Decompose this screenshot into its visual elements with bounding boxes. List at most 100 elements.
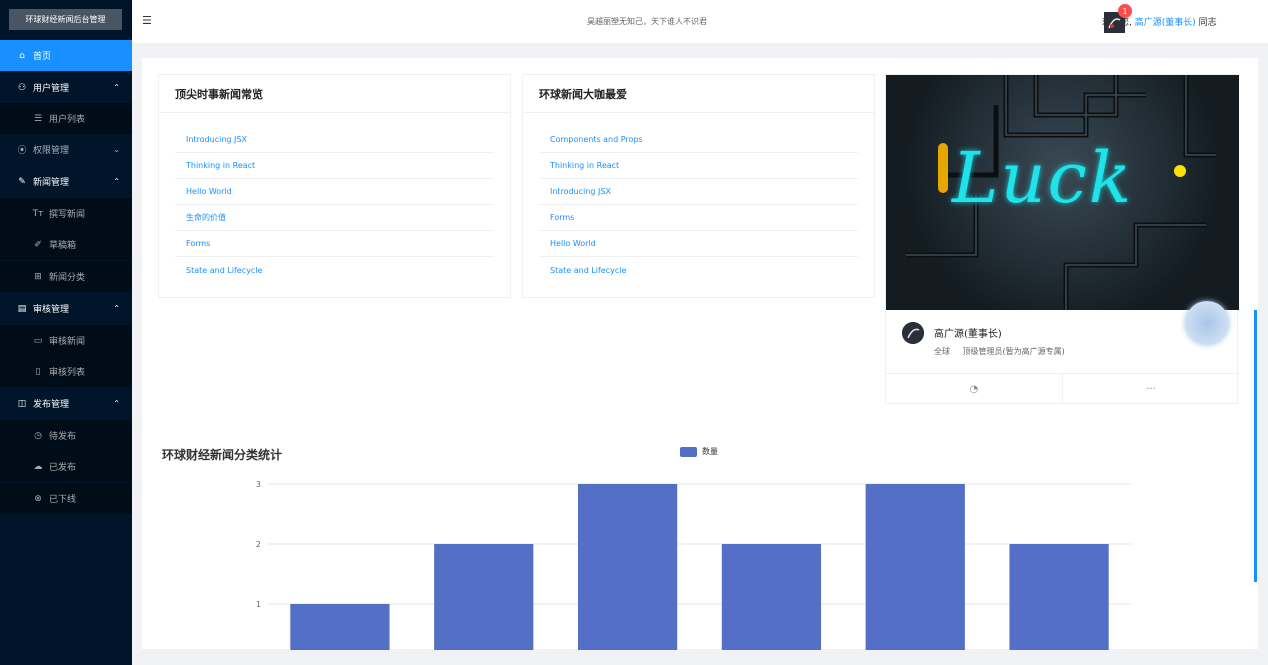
notification-badge[interactable]: 1: [1118, 4, 1132, 18]
y-tick-label: 1: [256, 600, 261, 609]
menu-item-label: 待发布: [49, 432, 77, 442]
menu-item-label: 权限管理: [33, 146, 70, 156]
chevron-up-icon: ⌃: [113, 177, 120, 186]
sidebar: 环球财经新闻后台管理 ⌂ 首页 ⚇ 用户管理 ⌃ ☰ 用户列表 ⦿ 权限管理 ⌄…: [0, 0, 132, 665]
menu-item-label: 已发布: [49, 463, 77, 473]
menu-item-user-list[interactable]: ☰ 用户列表: [0, 103, 132, 134]
home-icon: ⌂: [19, 50, 25, 61]
news-link[interactable]: State and Lifecycle: [175, 257, 494, 283]
pen-icon: ✐: [34, 239, 42, 250]
bar[interactable]: [577, 484, 678, 650]
card-title: 环球新闻大咖最爱: [523, 75, 874, 113]
menu-item-label: 审核新闻: [49, 337, 86, 347]
news-link[interactable]: Introducing JSX: [539, 179, 858, 205]
app-logo[interactable]: 环球财经新闻后台管理: [9, 9, 122, 30]
submenu-publish-management[interactable]: ◫ 发布管理 ⌃: [0, 388, 132, 419]
card-title: 顶尖时事新闻常览: [159, 75, 510, 113]
menu-item-label: 用户列表: [49, 115, 86, 125]
close-circle-icon: ⊗: [34, 493, 42, 504]
chart-title: 环球财经新闻分类统计: [162, 448, 283, 462]
bar[interactable]: [1009, 544, 1109, 650]
publish-icon: ◫: [17, 398, 27, 409]
news-link[interactable]: 生命的价值: [175, 205, 494, 231]
profile-role: 顶级管理员(暂为高广源专属): [962, 347, 1065, 356]
y-tick-label: 2: [256, 540, 261, 549]
submenu-user-management[interactable]: ⚇ 用户管理 ⌃: [0, 72, 132, 103]
news-link[interactable]: Components and Props: [539, 127, 858, 153]
audit-icon: ▤: [17, 303, 27, 314]
news-list: Components and Props Thinking in React I…: [523, 113, 874, 283]
font-size-icon: Tт: [32, 208, 44, 219]
menu-item-drafts[interactable]: ✐ 草稿箱: [0, 229, 132, 260]
menu-fold-icon[interactable]: ☰: [142, 14, 152, 27]
profile-description: 全球 顶级管理员(暂为高广源专属): [934, 346, 1075, 357]
submenu-permission-management[interactable]: ⦿ 权限管理 ⌄: [0, 134, 132, 165]
menu-item-label: 已下线: [49, 495, 77, 505]
pie-chart-icon[interactable]: ◔: [886, 374, 1062, 404]
menu-item-label: 发布管理: [33, 400, 70, 410]
list-icon: ☰: [33, 113, 43, 124]
news-list: Introducing JSX Thinking in React Hello …: [159, 113, 510, 283]
menu-item-label: 审核管理: [33, 305, 70, 315]
scrollbar-thumb[interactable]: [1254, 310, 1257, 582]
news-link[interactable]: Thinking in React: [539, 153, 858, 179]
news-link[interactable]: Hello World: [175, 179, 494, 205]
menu-item-news-category[interactable]: ⊞ 新闻分类: [0, 261, 132, 292]
floating-assistant-icon[interactable]: [1185, 301, 1229, 345]
bar[interactable]: [290, 604, 390, 650]
legend-swatch: [680, 446, 697, 457]
news-link[interactable]: Thinking in React: [175, 153, 494, 179]
chevron-up-icon: ⌃: [113, 304, 120, 313]
menu-item-published[interactable]: ☁ 已发布: [0, 451, 132, 482]
welcome-suffix: 同志: [1198, 18, 1217, 28]
bar-chart: 1 2 3: [256, 480, 1131, 650]
news-link[interactable]: State and Lifecycle: [539, 257, 858, 283]
news-link[interactable]: Forms: [539, 205, 858, 231]
chevron-down-icon: ⌄: [113, 145, 120, 154]
profile-name: 高广源(董事长): [934, 329, 1002, 340]
ellipsis-icon[interactable]: ···: [1062, 374, 1239, 404]
menu-item-label: 新闻管理: [33, 178, 70, 188]
menu-item-label: 首页: [33, 52, 52, 62]
clock-icon: ◷: [34, 430, 42, 441]
bar[interactable]: [434, 544, 534, 650]
profile-avatar: [902, 322, 924, 344]
menu-item-audit-news[interactable]: ▭ 审核新闻: [0, 325, 132, 356]
menu-item-home[interactable]: ⌂ 首页: [0, 40, 132, 71]
menu-item-write-news[interactable]: Tт 撰写新闻: [0, 198, 132, 229]
chevron-up-icon: ⌃: [113, 399, 120, 408]
profile-region: 全球: [934, 347, 950, 356]
news-link[interactable]: Hello World: [539, 231, 858, 257]
profile-meta: 高广源(董事长) 全球 顶级管理员(暂为高广源专属): [902, 322, 1222, 367]
avatar-image: [902, 322, 924, 344]
favorite-news-card: 环球新闻大咖最爱 Components and Props Thinking i…: [522, 74, 875, 298]
menu-item-audit-list[interactable]: ▯ 审核列表: [0, 356, 132, 387]
header-motto: 昊越丽塑无知己，天下谁人不识君: [587, 17, 707, 26]
file-icon: ▯: [35, 366, 41, 377]
bar[interactable]: [865, 484, 965, 650]
profile-card: Luck 高广源(董事长) 全球 顶级管理员(暂为高广源专属) ◔ ···: [885, 74, 1239, 404]
permission-icon: ⦿: [17, 146, 27, 156]
user-icon: ⚇: [17, 82, 27, 93]
top-news-card: 顶尖时事新闻常览 Introducing JSX Thinking in Rea…: [158, 74, 511, 298]
news-link[interactable]: Forms: [175, 231, 494, 257]
profile-actions: ◔ ···: [886, 373, 1239, 404]
chart-legend[interactable]: 数量: [680, 446, 718, 457]
menu-item-offline[interactable]: ⊗ 已下线: [0, 483, 132, 514]
upload-icon: ☁: [33, 461, 43, 472]
y-tick-label: 3: [256, 480, 261, 489]
cover-neon-text: Luck: [952, 137, 1134, 219]
menu-item-label: 草稿箱: [49, 241, 77, 251]
top-header: ☰ 昊越丽塑无知己，天下谁人不识君 欢迎您, 高广源(董事长) 同志: [132, 0, 1268, 43]
news-link[interactable]: Introducing JSX: [175, 127, 494, 153]
current-user-name[interactable]: 高广源(董事长): [1135, 18, 1196, 28]
menu-item-label: 审核列表: [49, 368, 86, 378]
menu-item-label: 用户管理: [33, 84, 70, 94]
submenu-audit-management[interactable]: ▤ 审核管理 ⌃: [0, 293, 132, 324]
legend-label: 数量: [702, 447, 718, 456]
bar[interactable]: [721, 544, 822, 650]
submenu-news-management[interactable]: ✎ 新闻管理 ⌃: [0, 166, 132, 197]
menu-item-label: 新闻分类: [49, 273, 86, 283]
menu-item-pending-publish[interactable]: ◷ 待发布: [0, 420, 132, 451]
message-icon: ▭: [33, 335, 43, 346]
